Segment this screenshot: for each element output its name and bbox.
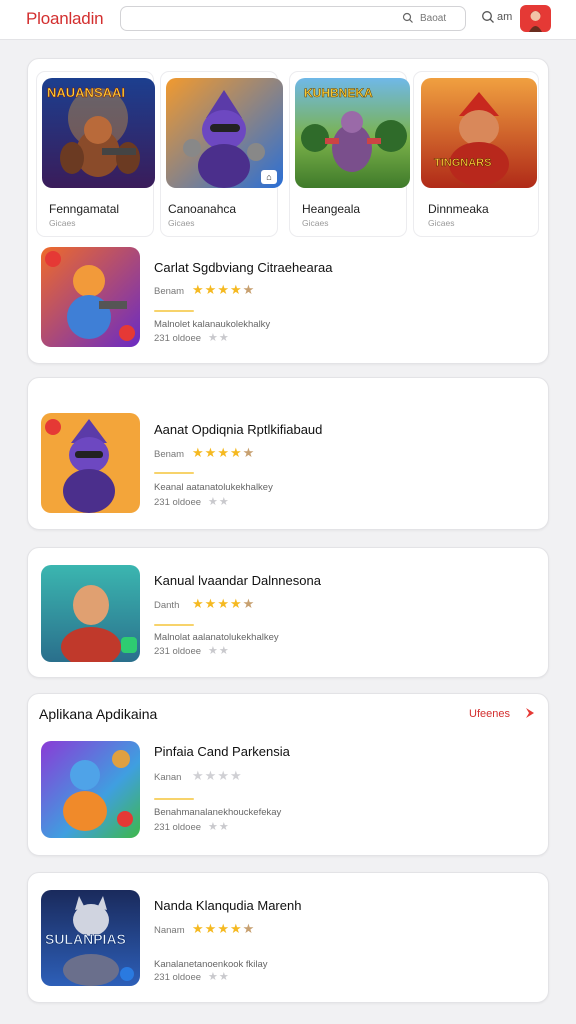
game-title[interactable]: Carlat Sgdbviang Citraehearaa	[154, 260, 333, 275]
search-bar[interactable]: Baoat	[120, 6, 466, 31]
game-category: Danth	[154, 600, 180, 611]
secondary-rating: ★ ★	[208, 332, 229, 344]
game-title[interactable]: Pinfaia Cand Parkensia	[154, 744, 290, 759]
game-subtitle: Gicaes	[428, 218, 455, 228]
section-title: Aplikana Apdikaina	[39, 706, 158, 722]
header-action-label[interactable]: am	[497, 11, 512, 23]
rating-stars: ★ ★ ★ ★ ★	[192, 282, 255, 297]
game-category: Benam	[154, 449, 185, 460]
game-category: Benam	[154, 286, 185, 297]
rating-bar	[154, 798, 194, 800]
secondary-rating: ★ ★	[208, 496, 229, 508]
arrow-right-icon[interactable]	[523, 706, 537, 720]
download-count: 231 oldoee	[154, 972, 202, 983]
search-input[interactable]	[129, 10, 389, 27]
game-subtitle: Gicaes	[302, 218, 329, 228]
game-subtitle: Gicaes	[168, 218, 195, 228]
game-thumbnail[interactable]	[41, 565, 140, 662]
featured-tile[interactable]: KUHBNEKA Heangeala Gicaes	[289, 71, 410, 237]
featured-tile[interactable]: NAUANSAAI Fenngamatal Gicaes	[36, 71, 155, 237]
avatar[interactable]	[520, 5, 551, 32]
search-button-label[interactable]: Baoat	[420, 13, 446, 24]
platform-icon: ⌂	[261, 170, 277, 184]
game-card: Kanual lvaandar Dalnnesona Danth ★ ★ ★ ★ ★ M…	[27, 547, 549, 678]
download-count: 231 oldoee	[154, 497, 202, 508]
game-thumbnail[interactable]	[421, 78, 537, 188]
rating-bar	[154, 310, 194, 312]
download-count: 231 oldoee	[154, 822, 202, 833]
secondary-rating: ★ ★	[208, 971, 229, 983]
tile-badge: TINGNARS	[434, 157, 492, 170]
tile-badge: NAUANSAAI	[47, 85, 126, 101]
download-count: 231 oldoee	[154, 333, 202, 344]
section-card: Aplikana Apdikaina Ufeenes Pinfaia Cand …	[27, 693, 549, 856]
secondary-rating: ★ ★	[208, 645, 229, 657]
top-bar: Ploanladin Baoat am	[0, 0, 576, 40]
game-title[interactable]: Kanual lvaandar Dalnnesona	[154, 573, 321, 588]
game-card: Aanat Opdiqnia Rptlkifiabaud Benam ★ ★ ★ ★ ★…	[27, 377, 549, 530]
thumbnail-badge: SULANPIAS	[45, 931, 127, 948]
game-card: SULANPIAS Nanda Klanqudia Marenh Nanam ★…	[27, 872, 549, 1003]
featured-tile[interactable]: ⌂ Canoanahca Gicaes	[160, 71, 283, 237]
rating-stars: ★ ★ ★ ★ ★	[192, 596, 255, 611]
search-icon[interactable]	[402, 12, 414, 24]
featured-card: NAUANSAAI Fenngamatal Gicaes ⌂ Canoanahc…	[27, 58, 549, 364]
game-name: Fenngamatal	[49, 202, 120, 216]
game-description: Malnolet kalanaukolekhalky	[154, 319, 271, 330]
download-count: 231 oldoee	[154, 646, 202, 657]
app-logo[interactable]: Ploanladin	[26, 9, 104, 29]
rating-bar	[154, 472, 194, 474]
rating-stars: ★ ★ ★ ★	[192, 768, 242, 783]
game-name: Canoanahca	[168, 202, 237, 216]
game-description: Keanal aatanatolukekhalkey	[154, 482, 273, 493]
game-name: Dinnmeaka	[428, 202, 489, 216]
game-thumbnail[interactable]	[41, 247, 140, 347]
game-title[interactable]: Nanda Klanqudia Marenh	[154, 898, 301, 913]
game-description: Malnolat aalanatolukekhalkey	[154, 632, 279, 643]
rating-stars: ★ ★ ★ ★ ★	[192, 921, 255, 936]
tile-badge: KUHBNEKA	[304, 86, 373, 101]
rating-bar	[154, 624, 194, 626]
game-title[interactable]: Aanat Opdiqnia Rptlkifiabaud	[154, 422, 322, 437]
secondary-rating: ★ ★	[208, 821, 229, 833]
game-thumbnail[interactable]	[41, 741, 140, 838]
see-more-link[interactable]: Ufeenes	[469, 708, 510, 720]
game-description: Benahmanalanekhouckefekay	[154, 807, 282, 818]
rating-stars: ★ ★ ★ ★ ★	[192, 445, 255, 460]
game-description: Kanalanetanoenkook fkilay	[154, 959, 268, 970]
game-category: Nanam	[154, 925, 185, 936]
game-name: Heangeala	[302, 202, 361, 216]
game-thumbnail[interactable]	[41, 413, 140, 513]
game-subtitle: Gicaes	[49, 218, 76, 228]
search-icon[interactable]	[481, 10, 495, 24]
game-category: Kanan	[154, 772, 182, 783]
featured-tile[interactable]: TINGNARS Dinnmeaka Gicaes	[413, 71, 539, 237]
